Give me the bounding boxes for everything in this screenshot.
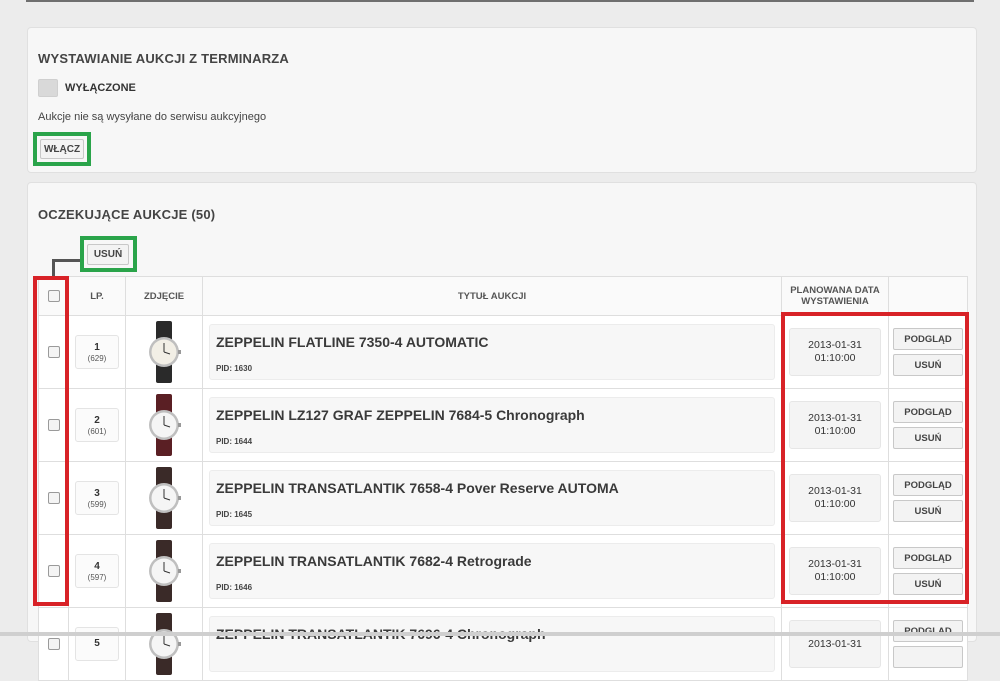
auction-title: ZEPPELIN TRANSATLANTIK 7682-4 Retrograde: [216, 553, 532, 569]
row-date-cell: 2013-01-31: [781, 607, 889, 681]
header-date-line2: WYSTAWIENIA: [801, 296, 869, 307]
bulk-delete-button[interactable]: USUŃ: [87, 244, 129, 265]
bulk-connector: [52, 260, 55, 277]
row-number-value: 4: [94, 560, 100, 572]
row-actions: PODGLĄD: [889, 620, 967, 668]
auction-title: ZEPPELIN TRANSATLANTIK 7658-4 Pover Rese…: [216, 480, 619, 496]
auction-title-box: ZEPPELIN FLATLINE 7350-4 AUTOMATIC PID: 1…: [209, 324, 775, 380]
product-id: PID: 1646: [216, 583, 253, 592]
row-number-value: 2: [94, 414, 100, 426]
top-divider: [26, 0, 974, 2]
header-actions: [888, 276, 968, 316]
row-lp-cell: 5: [68, 607, 126, 681]
header-photo: ZDJĘCIE: [125, 276, 203, 316]
row-auction-id: (597): [87, 572, 107, 582]
row-number-value: 1: [94, 341, 100, 353]
row-select-cell: [38, 607, 69, 681]
product-thumbnail[interactable]: [140, 466, 188, 530]
delete-button[interactable]: [893, 646, 963, 668]
product-id: PID: 1645: [216, 510, 253, 519]
checkbox-column-highlight: [33, 276, 69, 606]
product-thumbnail[interactable]: [140, 393, 188, 457]
row-title-cell: ZEPPELIN TRANSATLANTIK 7696-4 Chronograp…: [202, 607, 782, 681]
scheduler-panel: WYSTAWIANIE AUKCJI Z TERMINARZA WYŁĄCZON…: [27, 27, 977, 173]
row-title-cell: ZEPPELIN LZ127 GRAF ZEPPELIN 7684-5 Chro…: [202, 388, 782, 462]
row-auction-id: (601): [87, 426, 107, 436]
product-id: PID: 1630: [216, 364, 253, 373]
product-thumbnail[interactable]: [140, 612, 188, 676]
row-title-cell: ZEPPELIN TRANSATLANTIK 7682-4 Retrograde…: [202, 534, 782, 608]
row-photo-cell: [125, 388, 203, 462]
scheduler-status: WYŁĄCZONE: [38, 79, 136, 97]
row-checkbox[interactable]: [47, 638, 60, 650]
row-photo-cell: [125, 607, 203, 681]
row-photo-cell: [125, 534, 203, 608]
scheduler-title: WYSTAWIANIE AUKCJI Z TERMINARZA: [38, 51, 290, 66]
row-number: 1 (629): [75, 335, 119, 369]
row-lp-cell: 3 (599): [68, 461, 126, 535]
row-number: 4 (597): [75, 554, 119, 588]
row-photo-cell: [125, 315, 203, 389]
row-number-value: 5: [94, 638, 100, 649]
row-photo-cell: [125, 461, 203, 535]
header-date-line1: PLANOWANA DATA: [790, 285, 880, 296]
auction-title: ZEPPELIN LZ127 GRAF ZEPPELIN 7684-5 Chro…: [216, 407, 585, 423]
row-auction-id: (629): [87, 353, 107, 363]
table-header-row: LP. ZDJĘCIE TYTUŁ AUKCJI PLANOWANA DATA …: [38, 276, 968, 316]
row-number: 2 (601): [75, 408, 119, 442]
row-lp-cell: 1 (629): [68, 315, 126, 389]
auction-title: ZEPPELIN FLATLINE 7350-4 AUTOMATIC: [216, 334, 489, 350]
status-label: WYŁĄCZONE: [65, 82, 136, 94]
header-lp: LP.: [68, 276, 126, 316]
auction-title-box: ZEPPELIN LZ127 GRAF ZEPPELIN 7684-5 Chro…: [209, 397, 775, 453]
watch-icon: [149, 321, 181, 383]
row-number: 3 (599): [75, 481, 119, 515]
product-id: PID: 1644: [216, 437, 253, 446]
header-title: TYTUŁ AUKCJI: [202, 276, 782, 316]
scheduled-date-value: 2013-01-31: [808, 637, 862, 650]
row-actions-cell: PODGLĄD: [888, 607, 968, 681]
date-actions-highlight: [781, 312, 969, 604]
product-thumbnail[interactable]: [140, 539, 188, 603]
row-title-cell: ZEPPELIN TRANSATLANTIK 7658-4 Pover Rese…: [202, 461, 782, 535]
enable-button[interactable]: WŁĄCZ: [40, 139, 84, 159]
watch-icon: [149, 394, 181, 456]
auction-title-box: ZEPPELIN TRANSATLANTIK 7682-4 Retrograde…: [209, 543, 775, 599]
scheduled-date: 2013-01-31: [789, 620, 881, 668]
row-lp-cell: 2 (601): [68, 388, 126, 462]
bottom-scrollbar: [0, 632, 1000, 636]
watch-icon: [149, 467, 181, 529]
preview-button[interactable]: PODGLĄD: [893, 620, 963, 642]
product-thumbnail[interactable]: [140, 320, 188, 384]
row-auction-id: (599): [87, 499, 107, 509]
row-title-cell: ZEPPELIN FLATLINE 7350-4 AUTOMATIC PID: 1…: [202, 315, 782, 389]
auction-title-box: ZEPPELIN TRANSATLANTIK 7696-4 Chronograp…: [209, 616, 775, 672]
row-lp-cell: 4 (597): [68, 534, 126, 608]
pending-title: OCZEKUJĄCE AUKCJE (50): [38, 207, 216, 222]
bulk-connector-h: [52, 259, 82, 262]
header-date: PLANOWANA DATA WYSTAWIENIA: [781, 276, 889, 316]
table-row: 5 ZEPPELIN TRANSATLANTIK 7696-4 Chronogra…: [38, 607, 968, 681]
watch-icon: [149, 613, 181, 675]
status-description: Aukcje nie są wysyłane do serwisu aukcyj…: [38, 111, 267, 123]
auction-title-box: ZEPPELIN TRANSATLANTIK 7658-4 Pover Rese…: [209, 470, 775, 526]
status-toggle[interactable]: [38, 79, 58, 97]
row-number-value: 3: [94, 487, 100, 499]
watch-icon: [149, 540, 181, 602]
